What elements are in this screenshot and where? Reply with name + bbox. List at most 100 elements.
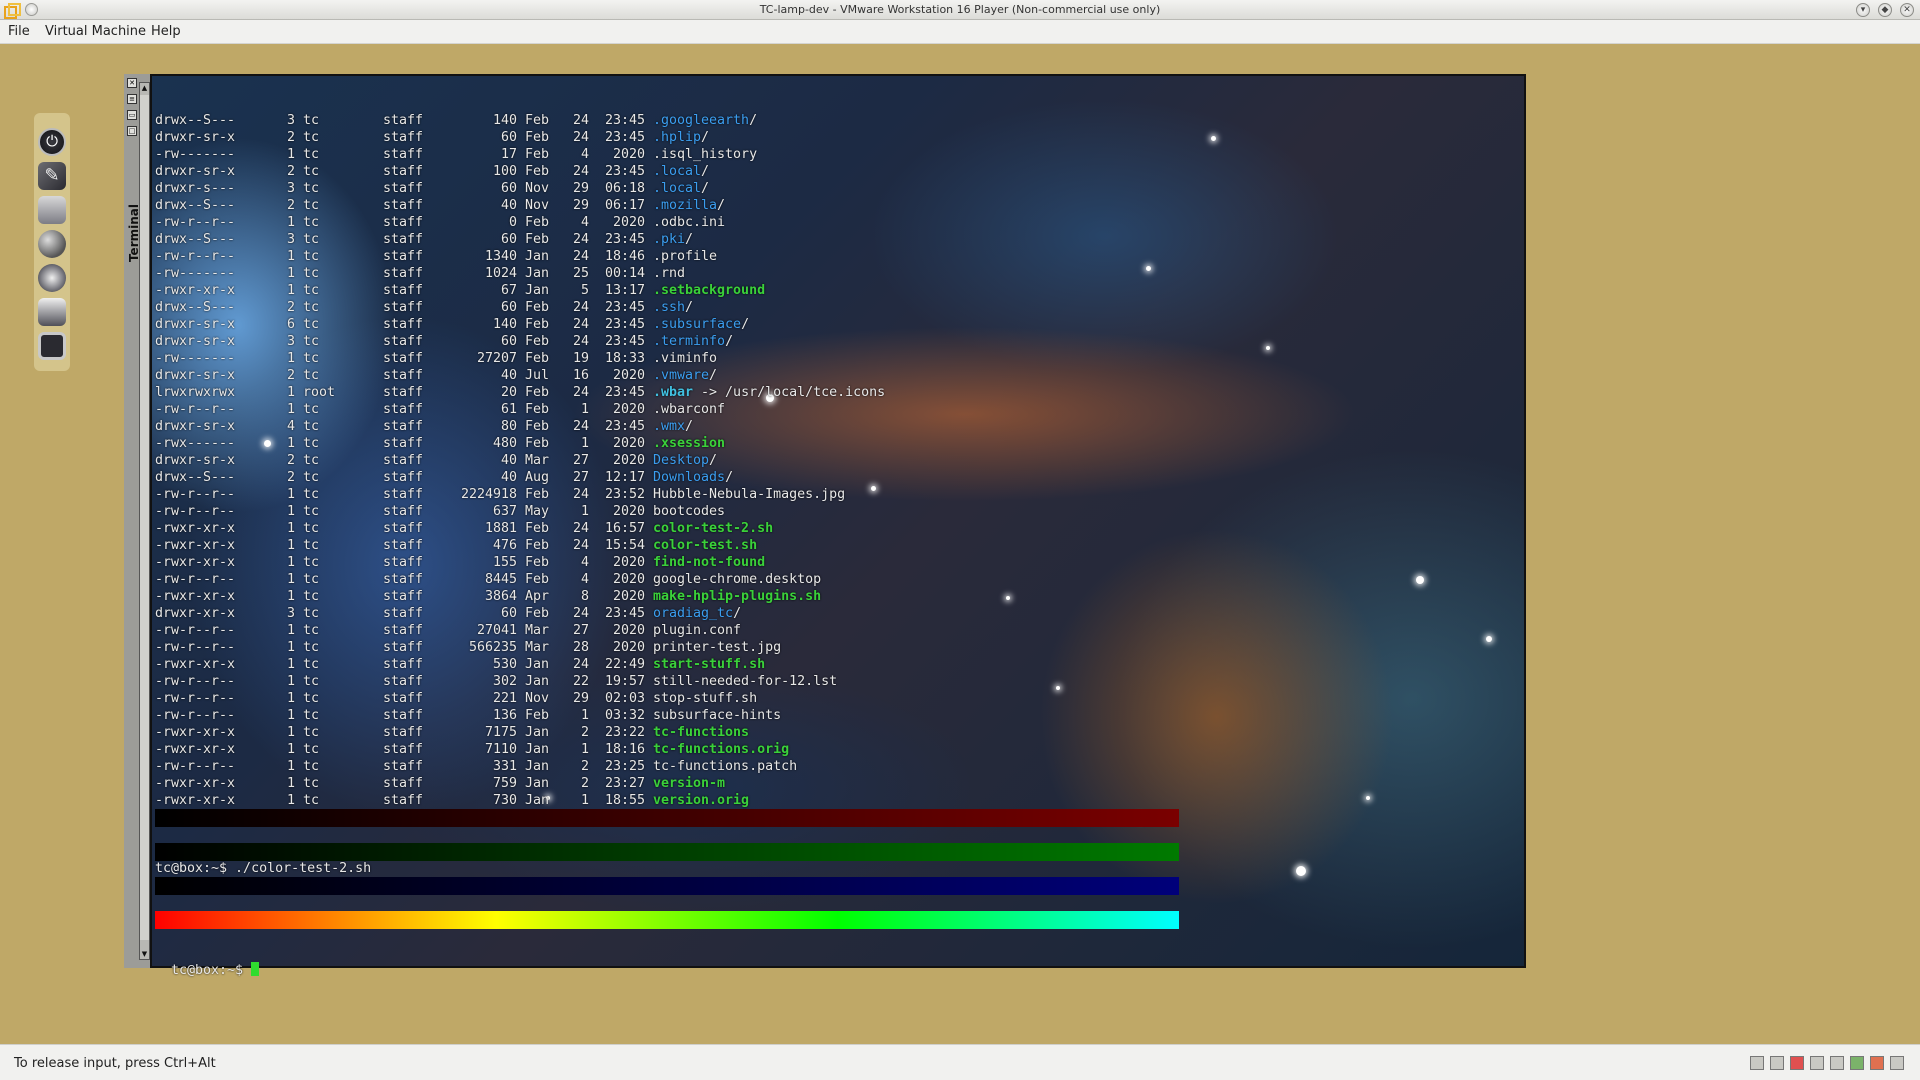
prompt-line[interactable]: tc@box:~$ xyxy=(155,945,1515,978)
file-size: 1024 xyxy=(484,266,517,281)
ls-row: -rw-r--r-- 1 tc staff 566235 Mar 28 2020 printer… xyxy=(155,639,1515,656)
permissions: -rw-r--r-- xyxy=(155,215,236,230)
hdd2-icon[interactable] xyxy=(1770,1056,1784,1070)
menubar: File Virtual Machine Help xyxy=(0,20,1920,44)
group: staff xyxy=(383,521,424,536)
permissions: -rwxr-xr-x xyxy=(155,589,236,604)
group: staff xyxy=(383,317,424,332)
minimize-icon[interactable]: ▾ xyxy=(1856,3,1870,17)
ls-row: -rwxr-xr-x 1 tc staff 759 Jan 2 23:27 version-m xyxy=(155,775,1515,792)
link-count: 2 xyxy=(286,198,295,213)
scroll-down-icon[interactable]: ▼ xyxy=(140,949,149,959)
day: 29 xyxy=(572,691,589,706)
ls-row: -rwxr-xr-x 1 tc staff 3864 Apr 8 2020 make-hplip… xyxy=(155,588,1515,605)
owner: tc xyxy=(303,521,320,536)
menu-file[interactable]: File xyxy=(8,24,30,39)
permissions: drwxr-sr-x xyxy=(155,334,236,349)
message-icon[interactable] xyxy=(1890,1056,1904,1070)
terminal-resize-icon[interactable]: □ xyxy=(127,126,137,136)
month: Nov xyxy=(525,181,550,196)
owner: tc xyxy=(303,113,320,128)
month: Jan xyxy=(525,249,550,264)
tools-icon[interactable] xyxy=(38,196,66,224)
time-or-year: 00:14 xyxy=(604,266,645,281)
month: Feb xyxy=(525,521,550,536)
scroll-up-icon[interactable]: ▲ xyxy=(140,83,149,93)
month: Feb xyxy=(525,708,550,723)
network-icon[interactable] xyxy=(1810,1056,1824,1070)
group: staff xyxy=(383,147,424,162)
group: staff xyxy=(383,164,424,179)
group: staff xyxy=(383,249,424,264)
terminal-close-icon[interactable]: ✕ xyxy=(127,78,137,88)
file-size: 100 xyxy=(492,164,517,179)
owner: tc xyxy=(303,147,320,162)
link-count: 1 xyxy=(286,657,295,672)
close-icon[interactable]: ✕ xyxy=(1900,3,1914,17)
scrollbar-thumb[interactable] xyxy=(140,95,149,940)
month: Feb xyxy=(525,487,550,502)
file-name: plugin.conf xyxy=(653,623,742,638)
menu-help[interactable]: Help xyxy=(151,24,181,39)
group: staff xyxy=(383,487,424,502)
display-icon[interactable] xyxy=(1830,1056,1844,1070)
permissions: lrwxrwxrwx xyxy=(155,385,236,400)
terminal-minimize-icon[interactable]: ▭ xyxy=(127,110,137,120)
sound-icon[interactable] xyxy=(1870,1056,1884,1070)
file-size: 60 xyxy=(500,181,517,196)
pen-icon[interactable]: ✎ xyxy=(38,162,66,190)
owner: tc xyxy=(303,606,320,621)
terminal-menu-icon[interactable]: ≡ xyxy=(127,94,137,104)
day: 24 xyxy=(572,606,589,621)
owner: tc xyxy=(303,334,320,349)
file-name: bootcodes xyxy=(653,504,726,519)
monitor-icon[interactable] xyxy=(38,332,66,360)
day: 24 xyxy=(572,317,589,332)
link-count: 3 xyxy=(286,181,295,196)
day: 2 xyxy=(580,725,589,740)
launcher-dock: ⏻ ✎ xyxy=(34,113,70,371)
day: 1 xyxy=(580,742,589,757)
maximize-icon[interactable]: ◆ xyxy=(1878,3,1892,17)
gear-icon[interactable] xyxy=(38,264,66,292)
ls-row: -rwxr-xr-x 1 tc staff 7175 Jan 2 23:22 tc-functi… xyxy=(155,724,1515,741)
printer-icon[interactable] xyxy=(38,298,66,326)
group: staff xyxy=(383,504,424,519)
link-count: 3 xyxy=(286,113,295,128)
menu-virtual-machine[interactable]: Virtual Machine xyxy=(45,24,146,39)
day: 24 xyxy=(572,249,589,264)
group: staff xyxy=(383,385,424,400)
power-icon[interactable]: ⏻ xyxy=(38,128,66,156)
owner: tc xyxy=(303,249,320,264)
file-name: make-hplip-plugins.sh xyxy=(653,589,822,604)
group: staff xyxy=(383,572,424,587)
cdrom-icon[interactable] xyxy=(1790,1056,1804,1070)
day: 8 xyxy=(580,589,589,604)
file-size: 637 xyxy=(492,504,517,519)
owner: tc xyxy=(303,793,320,808)
file-name: .odbc.ini xyxy=(653,215,726,230)
hdd-icon[interactable] xyxy=(1750,1056,1764,1070)
permissions: -rw------- xyxy=(155,351,236,366)
owner: tc xyxy=(303,555,320,570)
usb-icon[interactable] xyxy=(1850,1056,1864,1070)
link-count: 1 xyxy=(286,640,295,655)
group: staff xyxy=(383,742,424,757)
time-or-year: 23:45 xyxy=(604,232,645,247)
file-suffix: / xyxy=(685,232,694,247)
ls-row: -rw------- 1 tc staff 17 Feb 4 2020 .isql_histor… xyxy=(155,146,1515,163)
month: Feb xyxy=(525,538,550,553)
permissions: -rw-r--r-- xyxy=(155,402,236,417)
time-or-year: 06:17 xyxy=(604,198,645,213)
link-count: 1 xyxy=(286,623,295,638)
time-or-year: 15:54 xyxy=(604,538,645,553)
link-count: 1 xyxy=(286,249,295,264)
month: Feb xyxy=(525,572,550,587)
link-count: 1 xyxy=(286,436,295,451)
terminal-scrollbar[interactable]: ▲ ▼ xyxy=(139,82,150,960)
ls-row: -rw-r--r-- 1 tc staff 61 Feb 1 2020 .wbarconf xyxy=(155,401,1515,418)
globe-icon[interactable] xyxy=(38,230,66,258)
file-suffix: / xyxy=(717,198,726,213)
month: Mar xyxy=(525,453,550,468)
file-suffix: / xyxy=(685,300,694,315)
